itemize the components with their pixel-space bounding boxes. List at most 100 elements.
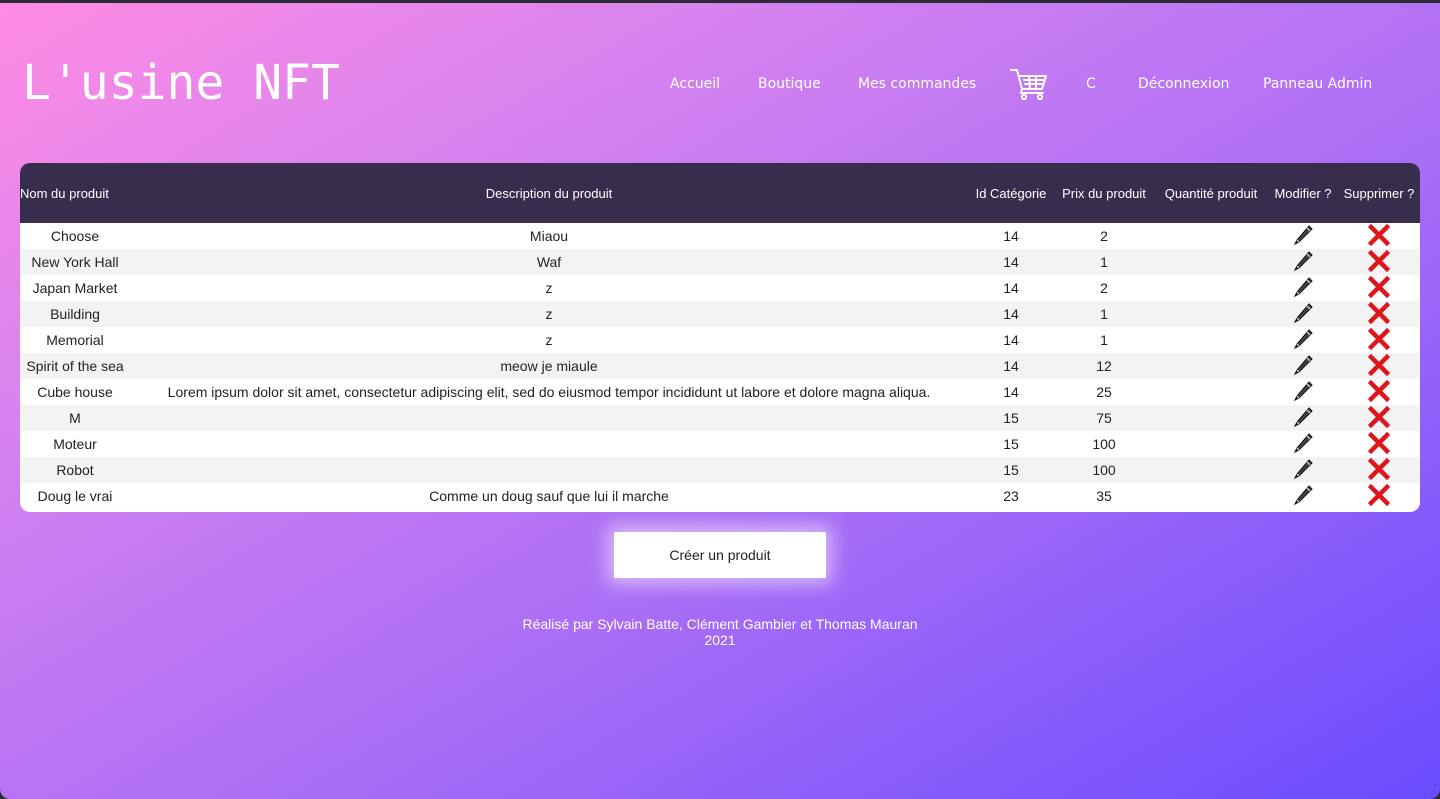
table-row: Moteur 15 100 (20, 431, 1420, 457)
cell-qte (1154, 275, 1268, 301)
delete-cross-icon[interactable] (1367, 405, 1391, 431)
pencil-icon[interactable] (1292, 224, 1314, 249)
cell-cat: 14 (1003, 280, 1019, 296)
cell-modifier (1268, 379, 1338, 405)
table-row: Doug le vrai Comme un doug sauf que lui i… (20, 483, 1420, 509)
pencil-icon[interactable] (1292, 276, 1314, 301)
pencil-icon[interactable] (1292, 380, 1314, 405)
cell-prix: 75 (1096, 410, 1112, 426)
cell-qte (1154, 457, 1268, 483)
cell-supprimer (1338, 431, 1420, 457)
cell-qte (1154, 249, 1268, 275)
footer: Réalisé par Sylvain Batte, Clément Gambi… (0, 616, 1440, 648)
cell-name: Choose (50, 228, 100, 244)
pencil-icon[interactable] (1292, 328, 1314, 353)
table-row: Cube house Lorem ipsum dolor sit amet, co… (20, 379, 1420, 405)
cell-cat: 15 (1003, 462, 1019, 478)
cell-prix: 100 (1092, 436, 1116, 452)
nav-user-initial[interactable]: C (1086, 76, 1096, 92)
cell-modifier (1268, 249, 1338, 275)
cell-cat: 14 (1003, 228, 1019, 244)
pencil-icon[interactable] (1292, 354, 1314, 379)
nav-deconnexion[interactable]: Déconnexion (1138, 76, 1229, 92)
cell-cat: 15 (1003, 436, 1019, 452)
cell-supprimer (1338, 405, 1420, 431)
cell-supprimer (1338, 457, 1420, 483)
delete-cross-icon[interactable] (1367, 353, 1391, 379)
cell-desc: Comme un doug sauf que lui il marche (429, 488, 669, 504)
cell-modifier (1268, 431, 1338, 457)
page-background: L'usine NFT Accueil Boutique Mes command… (0, 3, 1440, 799)
footer-year: 2021 (704, 632, 736, 648)
cell-modifier (1268, 483, 1338, 509)
footer-credits: Réalisé par Sylvain Batte, Clément Gambi… (522, 616, 918, 632)
pencil-icon[interactable] (1292, 250, 1314, 275)
cell-prix: 1 (1100, 306, 1108, 322)
cell-supprimer (1338, 275, 1420, 301)
delete-cross-icon[interactable] (1367, 301, 1391, 327)
cell-prix: 1 (1100, 254, 1108, 270)
shopping-cart-icon[interactable] (1010, 68, 1048, 101)
delete-cross-icon[interactable] (1367, 379, 1391, 405)
cell-desc: Waf (536, 254, 562, 270)
cell-qte (1154, 327, 1268, 353)
pencil-icon[interactable] (1292, 432, 1314, 457)
header-quantite: Quantité produit (1164, 185, 1258, 201)
cell-cat: 14 (1003, 306, 1019, 322)
delete-cross-icon[interactable] (1367, 431, 1391, 457)
cell-qte (1154, 223, 1268, 249)
cell-name: Cube house (37, 384, 113, 400)
table-row: M 15 75 (20, 405, 1420, 431)
header-nom-produit: Nom du produit (20, 185, 109, 201)
header-supprimer: Supprimer ? (1343, 185, 1415, 201)
table-header-row: Nom du produit Description du produit Id… (20, 163, 1420, 223)
delete-cross-icon[interactable] (1367, 223, 1391, 249)
cell-cat: 15 (1003, 410, 1019, 426)
cell-prix: 25 (1096, 384, 1112, 400)
delete-cross-icon[interactable] (1367, 457, 1391, 483)
header-id-categorie: Id Catégorie (975, 185, 1047, 201)
create-product-button[interactable]: Créer un produit (614, 532, 826, 578)
header-description: Description du produit (485, 185, 613, 201)
cell-cat: 14 (1003, 332, 1019, 348)
cell-supprimer (1338, 327, 1420, 353)
nav-accueil[interactable]: Accueil (670, 76, 720, 92)
cell-supprimer (1338, 379, 1420, 405)
cell-desc: z (545, 332, 553, 348)
table-row: Choose Miaou 14 2 (20, 223, 1420, 249)
cell-supprimer (1338, 301, 1420, 327)
cell-cat: 14 (1003, 358, 1019, 374)
cell-supprimer (1338, 223, 1420, 249)
cell-modifier (1268, 275, 1338, 301)
cell-modifier (1268, 405, 1338, 431)
cell-desc: z (545, 280, 553, 296)
cell-cat: 14 (1003, 254, 1019, 270)
pencil-icon[interactable] (1292, 458, 1314, 483)
header-modifier: Modifier ? (1274, 185, 1332, 201)
delete-cross-icon[interactable] (1367, 483, 1391, 509)
cell-modifier (1268, 353, 1338, 379)
cell-qte (1154, 431, 1268, 457)
cell-name: Moteur (53, 436, 97, 452)
table-row: Building z 14 1 (20, 301, 1420, 327)
nav-mes-commandes[interactable]: Mes commandes (858, 76, 976, 92)
main-nav: Accueil Boutique Mes commandes C Déconne… (0, 66, 1440, 104)
pencil-icon[interactable] (1292, 302, 1314, 327)
cell-cat: 23 (1003, 488, 1019, 504)
products-table: Nom du produit Description du produit Id… (20, 163, 1420, 509)
cell-prix: 2 (1100, 280, 1108, 296)
cell-desc (130, 457, 968, 483)
cell-name: Spirit of the sea (26, 358, 124, 374)
nav-panneau-admin[interactable]: Panneau Admin (1263, 76, 1372, 92)
cell-qte (1154, 353, 1268, 379)
cell-desc (130, 405, 968, 431)
cell-prix: 100 (1092, 462, 1116, 478)
pencil-icon[interactable] (1292, 484, 1314, 509)
delete-cross-icon[interactable] (1367, 249, 1391, 275)
delete-cross-icon[interactable] (1367, 327, 1391, 353)
products-table-container: Nom du produit Description du produit Id… (20, 163, 1420, 512)
delete-cross-icon[interactable] (1367, 275, 1391, 301)
cell-prix: 12 (1096, 358, 1112, 374)
nav-boutique[interactable]: Boutique (758, 76, 821, 92)
pencil-icon[interactable] (1292, 406, 1314, 431)
